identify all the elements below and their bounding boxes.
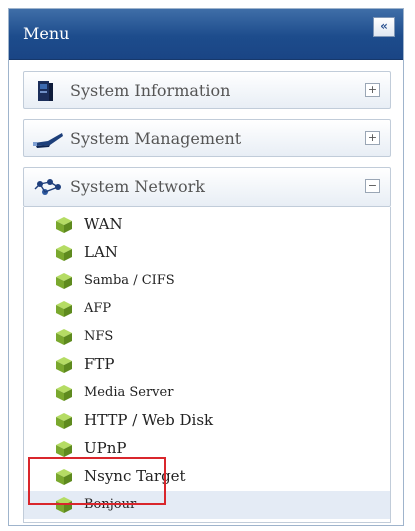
cube-icon (54, 243, 74, 263)
menu-item-label: WAN (84, 215, 123, 233)
menu-item-label: UPnP (84, 439, 127, 457)
menu-item-afp[interactable]: AFP (24, 295, 390, 323)
menu-item-media-server[interactable]: Media Server (24, 379, 390, 407)
section-system-information[interactable]: System Information + (23, 71, 391, 109)
menu-item-http-web-disk[interactable]: HTTP / Web Disk (24, 407, 390, 435)
system-network-icon (32, 175, 64, 199)
menu-item-label: Media Server (84, 385, 174, 400)
section-label: System Network (70, 177, 205, 196)
menu-item-label: HTTP / Web Disk (84, 411, 214, 429)
system-management-icon (32, 127, 64, 151)
cube-icon (54, 439, 74, 459)
menu-item-wan[interactable]: WAN (24, 211, 390, 239)
section-system-management[interactable]: System Management + (23, 119, 391, 157)
collapse-menu-button[interactable]: « (373, 17, 395, 37)
cube-icon (54, 215, 74, 235)
menu-item-lan[interactable]: LAN (24, 239, 390, 267)
cube-icon (54, 411, 74, 431)
menu-item-label: LAN (84, 243, 118, 261)
menu-item-nfs[interactable]: NFS (24, 323, 390, 351)
section-system-network[interactable]: System Network − (23, 167, 391, 207)
menu-item-samba-cifs[interactable]: Samba / CIFS (24, 267, 390, 295)
menu-item-label: NFS (84, 329, 114, 344)
section-label: System Management (70, 129, 242, 148)
menu-panel: Menu « System Information + System Manag… (8, 8, 404, 526)
menu-title: Menu (23, 24, 70, 43)
cube-icon (54, 271, 74, 291)
menu-item-label: AFP (84, 301, 112, 316)
menu-item-ftp[interactable]: FTP (24, 351, 390, 379)
cube-icon (54, 299, 74, 319)
cube-icon (54, 327, 74, 347)
expand-toggle[interactable]: + (365, 83, 380, 97)
expand-toggle[interactable]: + (365, 131, 380, 145)
section-label: System Information (70, 81, 231, 100)
menu-header: Menu « (9, 9, 403, 60)
cube-icon (54, 383, 74, 403)
cube-icon (54, 355, 74, 375)
system-info-icon (32, 79, 64, 103)
menu-item-label: FTP (84, 355, 115, 373)
highlight-box (28, 457, 166, 505)
collapse-toggle[interactable]: − (365, 179, 380, 193)
menu-item-label: Samba / CIFS (84, 273, 175, 288)
